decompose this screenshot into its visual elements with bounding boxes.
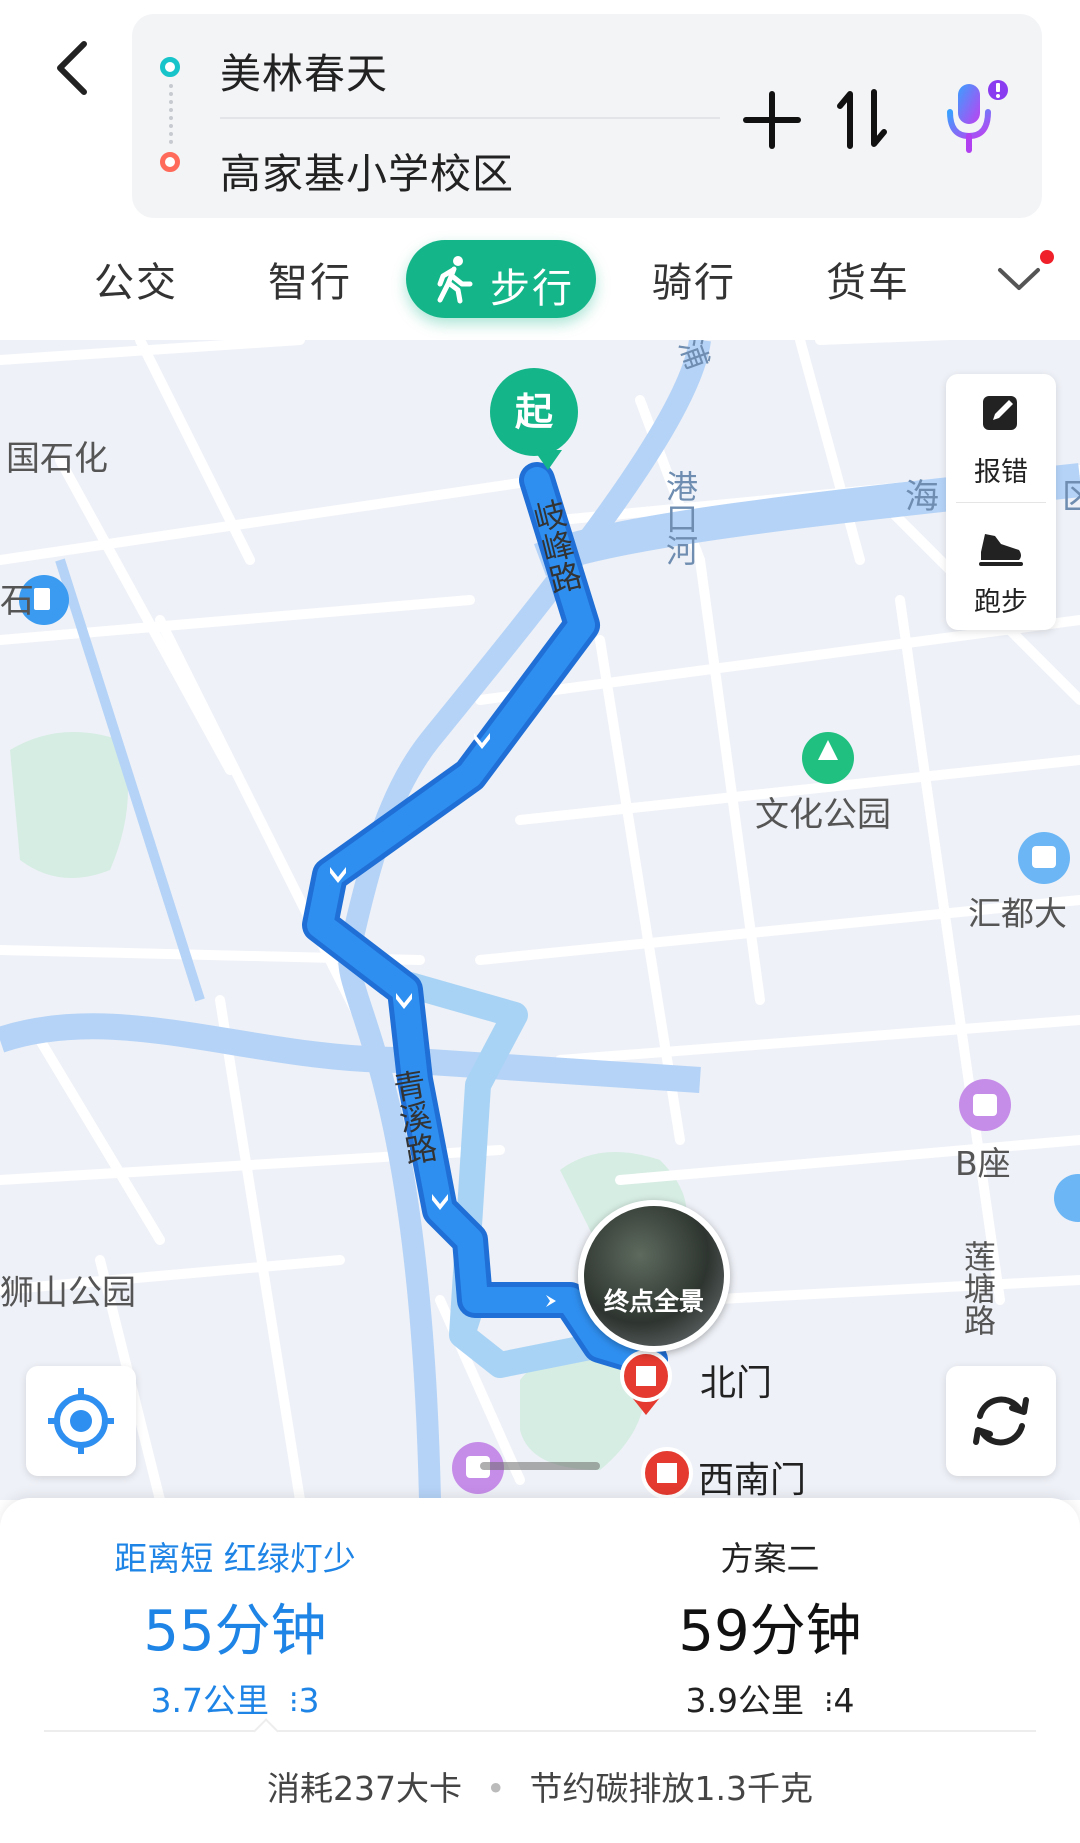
carbon-stat: 节约碳排放1.3千克	[529, 1769, 813, 1808]
map-label: 汇都大	[968, 894, 1067, 933]
plan-1-meta[interactable]: 3.7公里 ⁝3	[0, 1674, 540, 1722]
locate-target-icon	[48, 1388, 114, 1454]
map-label-southwest-gate: 西南门	[698, 1460, 806, 1500]
map-side-toolbar: 报错 跑步	[946, 374, 1056, 630]
report-error-icon[interactable]	[979, 390, 1023, 434]
tab-bus[interactable]: 公交	[94, 250, 178, 308]
map-label: 石	[0, 581, 34, 621]
origin-dot-icon	[160, 57, 180, 77]
map-label: 港口河	[661, 470, 699, 566]
panorama-label: 终点全景	[603, 1287, 704, 1316]
traffic-light-icon: ⁝	[814, 1685, 834, 1720]
plan-2-lights: 4	[833, 1681, 855, 1720]
plan-2-tag[interactable]: 方案二	[540, 1532, 1080, 1580]
stats-separator: •	[486, 1769, 506, 1808]
notification-dot	[1040, 250, 1054, 264]
destination-field[interactable]: 高家基小学校区	[220, 140, 514, 200]
refresh-button[interactable]	[946, 1366, 1056, 1476]
map-label: 海	[905, 477, 939, 517]
map-label-north-gate: 北门	[700, 1363, 772, 1404]
map-label: 文化公园	[755, 795, 891, 835]
start-marker-label: 起	[515, 390, 554, 434]
drag-handle[interactable]	[480, 1462, 600, 1470]
trip-stats: 消耗237大卡 • 节约碳排放1.3千克	[0, 1762, 1080, 1810]
origin-field[interactable]: 美林春天	[220, 40, 388, 100]
tab-walk[interactable]: 步行	[406, 240, 596, 318]
tab-truck[interactable]: 货车	[826, 250, 910, 308]
selected-plan-indicator	[253, 1718, 279, 1744]
destination-panorama-button[interactable]: 终点全景	[578, 1200, 730, 1352]
running-label[interactable]: 跑步	[946, 580, 1056, 619]
plan-2-distance: 3.9公里	[685, 1681, 804, 1720]
plan-1-tag[interactable]: 距离短 红绿灯少	[0, 1532, 540, 1580]
route-divider	[220, 117, 720, 119]
shopping-poi-icon	[959, 1079, 1011, 1131]
back-arrow-icon[interactable]	[46, 36, 106, 100]
map-label: 区	[1062, 477, 1080, 517]
plan-1-duration[interactable]: 55分钟	[0, 1586, 540, 1667]
swap-route-icon[interactable]	[834, 86, 890, 152]
traffic-light-icon: ⁝	[279, 1685, 299, 1720]
walking-person-icon	[437, 256, 473, 304]
park-area	[10, 732, 128, 878]
panel-divider	[44, 1730, 1036, 1732]
map-label: 狮山公园	[0, 1273, 136, 1313]
route-connector	[169, 84, 173, 144]
map-label: B座	[955, 1144, 1011, 1183]
southwest-gate-marker	[641, 1447, 693, 1499]
locate-button[interactable]	[26, 1366, 136, 1476]
calories-stat: 消耗237大卡	[267, 1769, 463, 1808]
running-shoe-icon[interactable]	[975, 522, 1027, 570]
voice-assistant-icon[interactable]	[940, 78, 1012, 158]
add-waypoint-icon[interactable]	[742, 90, 802, 150]
plan-1-distance: 3.7公里	[150, 1681, 269, 1720]
plan-2-meta[interactable]: 3.9公里 ⁝4	[540, 1674, 1080, 1722]
plan-2-duration[interactable]: 59分钟	[540, 1586, 1080, 1667]
tab-smart[interactable]: 智行	[268, 250, 352, 308]
route-plans-panel: 距离短 红绿灯少 55分钟 3.7公里 ⁝3 方案二 59分钟 3.9公里 ⁝4…	[0, 1498, 1080, 1843]
building-poi-icon	[1018, 832, 1070, 884]
plan-1-lights: 3	[298, 1681, 320, 1720]
map-label: 莲塘路	[959, 1240, 997, 1336]
route-map[interactable]: 起 国石化 石 文化公园 汇都大 B座 狮山公园 海 区 浦 北门 西南门 莲塘…	[0, 340, 1080, 1500]
report-error-label[interactable]: 报错	[946, 450, 1056, 489]
refresh-icon	[973, 1396, 1029, 1446]
park-poi-icon	[802, 732, 854, 784]
toolbar-divider	[956, 502, 1046, 503]
tab-walk-label: 步行	[490, 266, 574, 312]
destination-dot-icon	[160, 152, 180, 172]
more-modes-chevron-icon[interactable]	[996, 258, 1042, 298]
map-label: 国石化	[6, 439, 108, 479]
tab-ride[interactable]: 骑行	[652, 250, 736, 308]
